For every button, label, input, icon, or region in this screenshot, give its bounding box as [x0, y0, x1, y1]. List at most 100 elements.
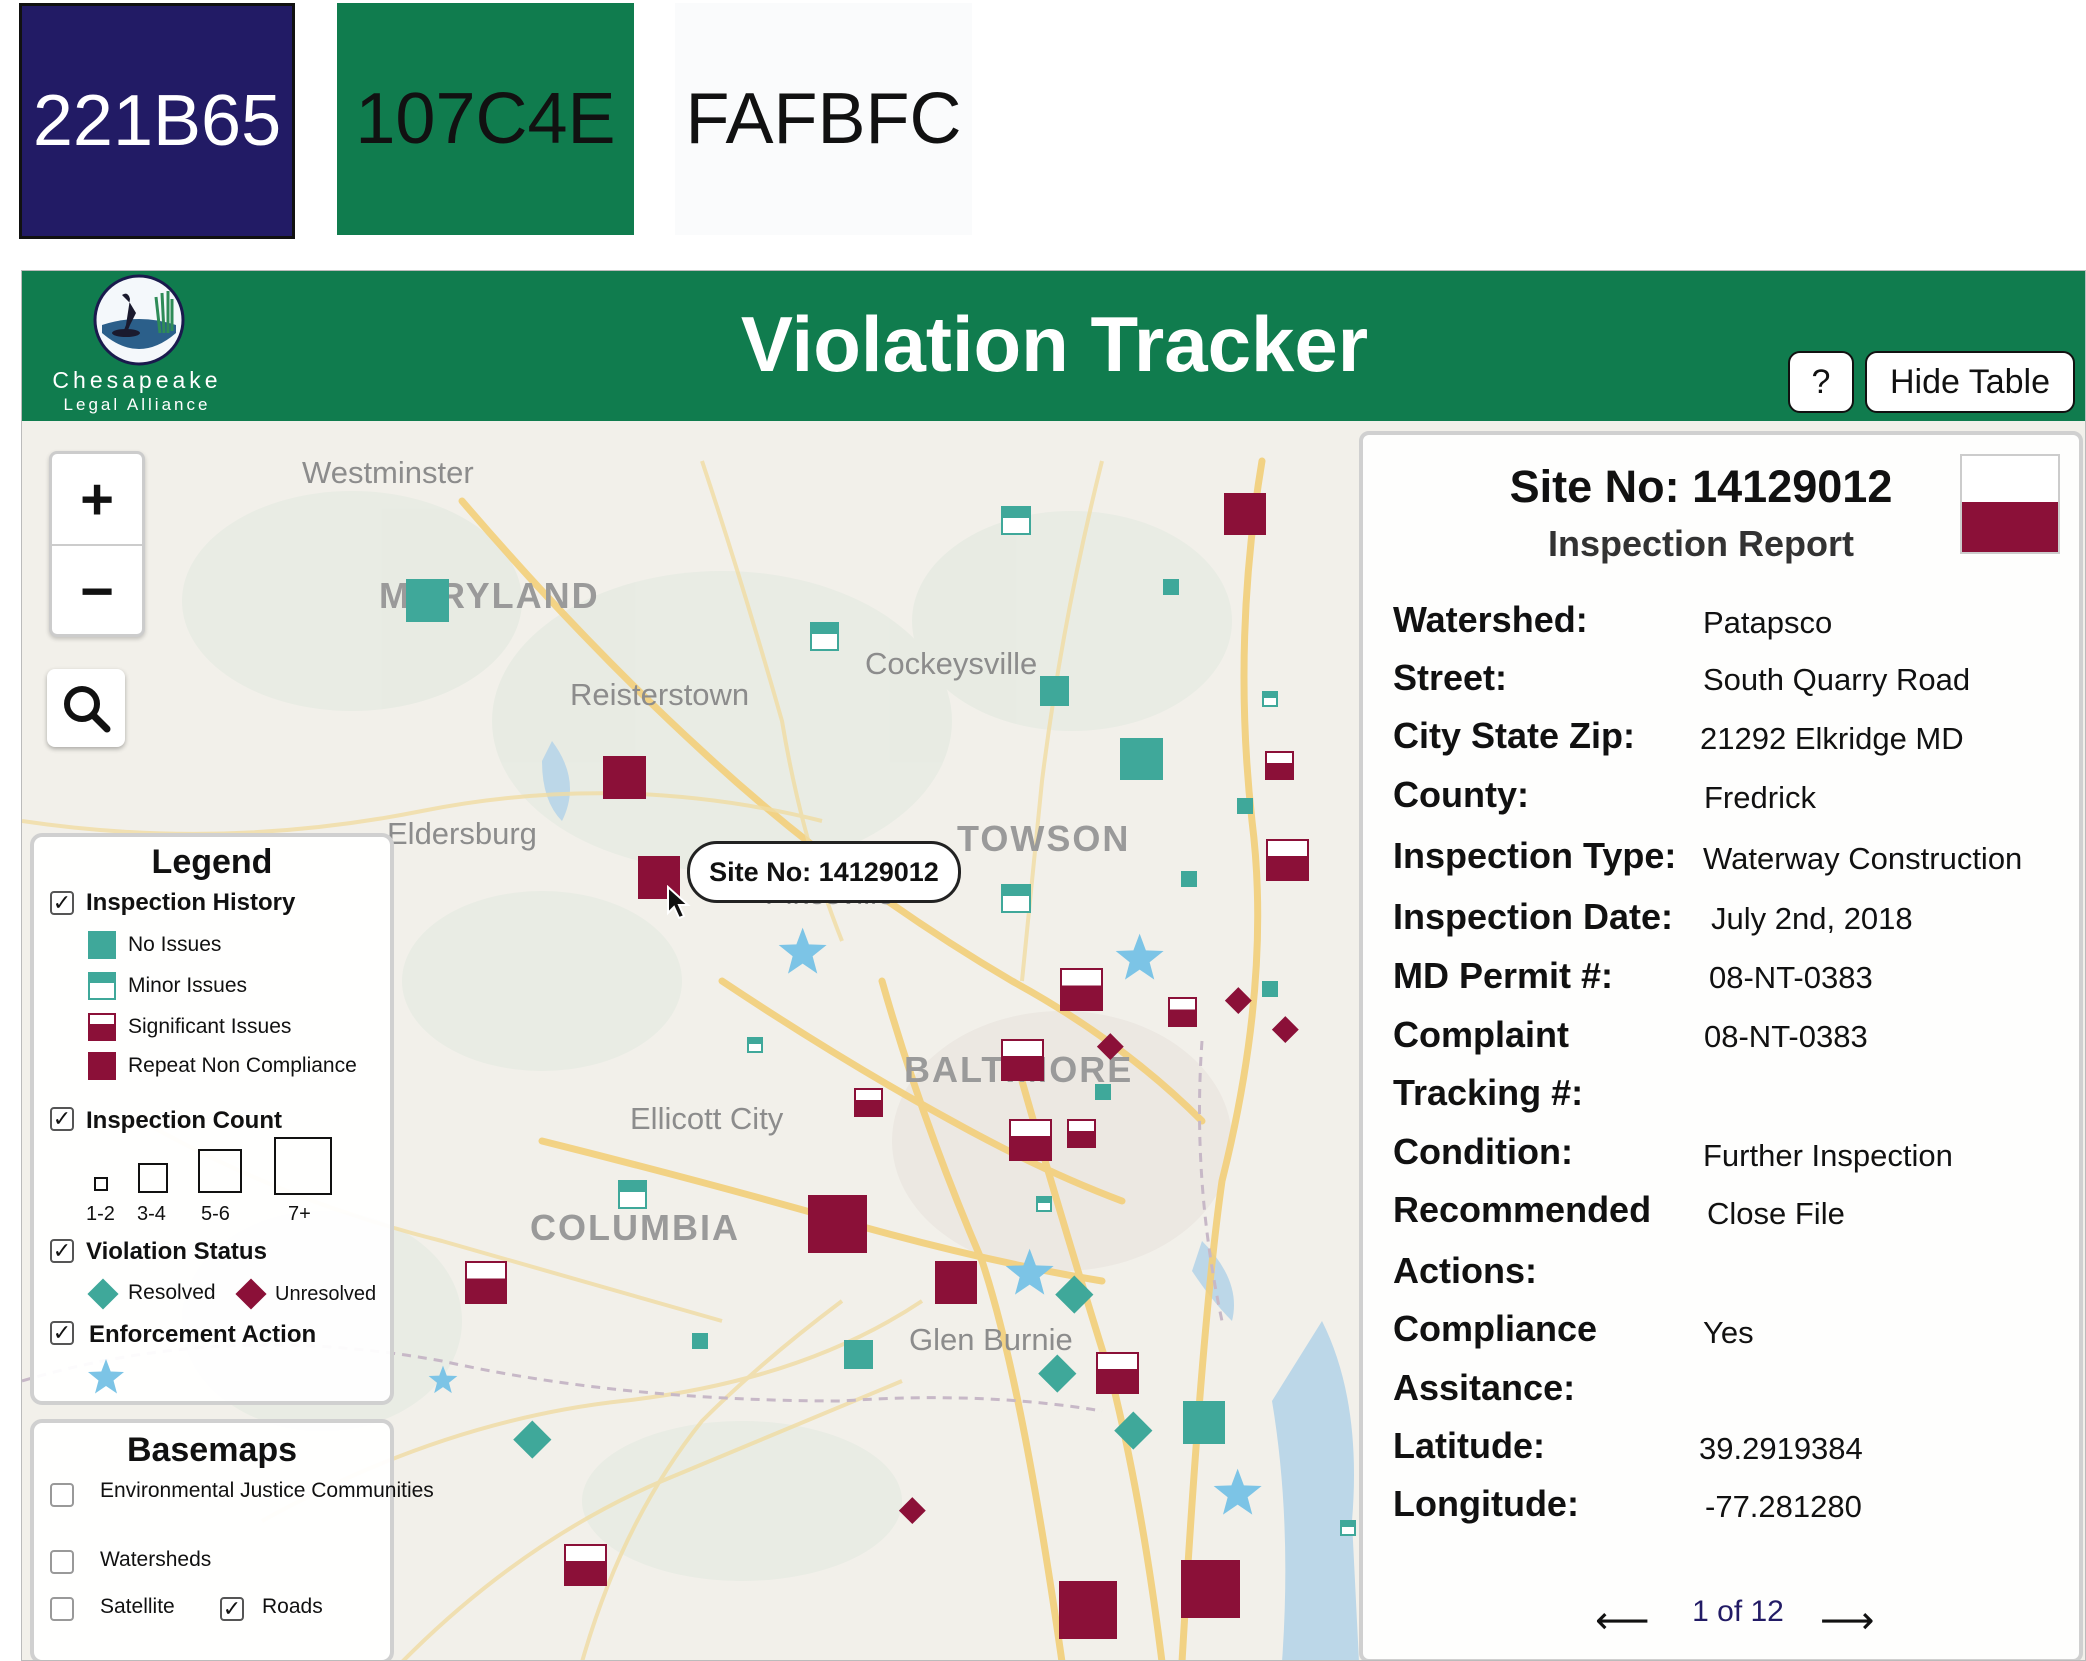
count-size-1-2 — [94, 1177, 108, 1191]
no-issues-swatch — [88, 931, 116, 959]
swatch-green: 107C4E — [337, 3, 634, 235]
legend-item-significant-issues: Significant Issues — [128, 1015, 292, 1038]
condition-value: Further Inspection — [1703, 1138, 1953, 1173]
site-marker-repeat-non-compliance[interactable] — [603, 756, 646, 799]
place-label: Ellicott City — [630, 1101, 784, 1136]
satellite-checkbox[interactable] — [50, 1597, 74, 1621]
legend-item-unresolved: Unresolved — [275, 1283, 377, 1305]
map-canvas[interactable]: Westminster MARYLAND Reisterstown Cockey… — [22, 421, 2085, 1660]
site-marker-no-issues[interactable] — [692, 1333, 709, 1350]
environmental-justice-checkbox[interactable] — [50, 1483, 74, 1507]
inspection-count-checkbox[interactable]: ✓ — [50, 1107, 74, 1131]
site-marker-significant-issues[interactable] — [1001, 1038, 1044, 1082]
site-marker-repeat-non-compliance[interactable] — [1223, 492, 1267, 536]
site-marker-significant-issues[interactable] — [1167, 997, 1198, 1027]
legend-item-no-issues: No Issues — [128, 933, 222, 956]
inspection-count-label: Inspection Count — [86, 1107, 282, 1134]
enforcement-star-marker[interactable] — [1003, 1246, 1056, 1299]
hide-table-button[interactable]: Hide Table — [1865, 351, 2075, 413]
count-size-5-6 — [198, 1149, 242, 1193]
street-value: South Quarry Road — [1703, 662, 1971, 697]
count-size-3-4 — [138, 1163, 168, 1193]
site-marker-no-issues[interactable] — [1162, 579, 1179, 596]
enforcement-star-marker[interactable] — [1113, 931, 1166, 984]
latitude-value: 39.2919384 — [1699, 1431, 1863, 1466]
site-marker-minor-issues[interactable] — [617, 1179, 648, 1210]
repeat-non-compliance-swatch — [88, 1052, 116, 1080]
tracking-label: Tracking #: — [1393, 1072, 1584, 1113]
roads-checkbox[interactable]: ✓ — [220, 1597, 244, 1621]
site-marker-minor-issues[interactable] — [746, 1037, 763, 1054]
zoom-out-button[interactable]: − — [52, 544, 142, 636]
inspection-type-label: Inspection Type: — [1393, 835, 1677, 876]
site-marker-no-issues[interactable] — [1262, 981, 1279, 998]
violation-status-checkbox[interactable]: ✓ — [50, 1239, 74, 1263]
logo-subtitle: Legal Alliance — [63, 395, 211, 414]
violation-status-label: Violation Status — [86, 1238, 267, 1265]
place-label: Eldersburg — [387, 816, 537, 851]
site-marker-no-issues[interactable] — [1094, 1083, 1111, 1100]
watershed-value: Patapsco — [1703, 605, 1833, 640]
legend-item-minor-issues: Minor Issues — [128, 974, 248, 997]
basemap-option-environmental-justice: Environmental Justice Communities — [100, 1479, 434, 1502]
basemaps-title: Basemaps — [126, 1431, 298, 1469]
enforcement-star-marker[interactable] — [776, 925, 829, 978]
site-marker-significant-issues[interactable] — [464, 1261, 508, 1304]
watersheds-checkbox[interactable] — [50, 1550, 74, 1574]
site-marker-repeat-non-compliance[interactable] — [1181, 1559, 1240, 1619]
legend-panel: Legend ✓ Inspection History No Issues Mi… — [30, 833, 394, 1405]
site-marker-no-issues[interactable] — [1181, 870, 1198, 887]
recommended-label: Recommended — [1393, 1189, 1652, 1230]
basemap-option-satellite: Satellite — [100, 1595, 175, 1618]
violation-tracker-app: Chesapeake Legal Alliance Violation Trac… — [21, 270, 2086, 1661]
report-site-title: Site No: 14129012 — [1509, 461, 1893, 512]
site-marker-significant-issues[interactable] — [1009, 1118, 1052, 1162]
inspection-type-value: Waterway Construction — [1703, 841, 2023, 876]
compliance-label: Compliance — [1393, 1308, 1598, 1349]
help-button[interactable]: ? — [1788, 351, 1854, 413]
count-label: 1-2 — [86, 1203, 115, 1225]
place-label: Glen Burnie — [909, 1322, 1073, 1357]
mouse-cursor-icon — [667, 885, 691, 920]
site-marker-repeat-non-compliance[interactable] — [934, 1261, 978, 1304]
site-marker-repeat-non-compliance[interactable] — [1058, 1580, 1118, 1640]
city-state-zip-label: City State Zip: — [1393, 715, 1636, 756]
md-permit-value: 08-NT-0383 — [1709, 960, 1873, 995]
place-label: Cockeysville — [865, 646, 1038, 681]
site-marker-minor-issues[interactable] — [1001, 505, 1031, 536]
inspection-date-label: Inspection Date: — [1393, 896, 1674, 937]
city-state-zip-value: 21292 Elkridge MD — [1700, 721, 1964, 756]
enforcement-action-label: Enforcement Action — [89, 1321, 317, 1348]
significant-issues-swatch — [88, 1013, 116, 1041]
site-marker-no-issues[interactable] — [1040, 676, 1070, 706]
search-button[interactable] — [47, 669, 125, 747]
site-marker-significant-issues[interactable] — [1059, 968, 1103, 1011]
count-label: 3-4 — [137, 1203, 166, 1225]
site-marker-no-issues[interactable] — [1182, 1400, 1226, 1444]
enforcement-action-checkbox[interactable]: ✓ — [50, 1321, 74, 1345]
enforcement-star-marker[interactable] — [1211, 1466, 1264, 1519]
site-marker-significant-issues[interactable] — [1265, 750, 1295, 781]
next-arrow-icon[interactable]: ⟶ — [1820, 1598, 1874, 1643]
site-marker-no-issues[interactable] — [1119, 737, 1163, 781]
basemaps-panel: Basemaps Environmental Justice Communiti… — [30, 1419, 434, 1660]
site-marker-significant-issues[interactable] — [1266, 838, 1310, 882]
site-marker-significant-issues[interactable] — [853, 1087, 883, 1118]
site-marker-minor-issues[interactable] — [1262, 691, 1279, 707]
site-marker-no-issues[interactable] — [405, 579, 449, 622]
site-marker-minor-issues[interactable] — [1036, 1195, 1052, 1212]
inspection-history-checkbox[interactable]: ✓ — [50, 891, 74, 915]
site-marker-no-issues[interactable] — [844, 1339, 874, 1369]
site-marker-minor-issues[interactable] — [809, 621, 839, 652]
site-marker-repeat-non-compliance[interactable] — [808, 1194, 867, 1254]
site-marker-significant-issues[interactable] — [1066, 1118, 1096, 1148]
site-marker-no-issues[interactable] — [1237, 797, 1254, 814]
enforcement-star-marker[interactable] — [427, 1364, 459, 1396]
swatch-offwhite: FAFBFC — [675, 3, 972, 235]
site-marker-significant-issues[interactable] — [1095, 1351, 1139, 1395]
latitude-label: Latitude: — [1393, 1425, 1545, 1466]
site-marker-significant-issues[interactable] — [564, 1543, 608, 1587]
site-marker-minor-issues[interactable] — [1339, 1519, 1356, 1536]
zoom-in-button[interactable]: + — [52, 454, 142, 544]
site-marker-minor-issues[interactable] — [1001, 884, 1031, 914]
